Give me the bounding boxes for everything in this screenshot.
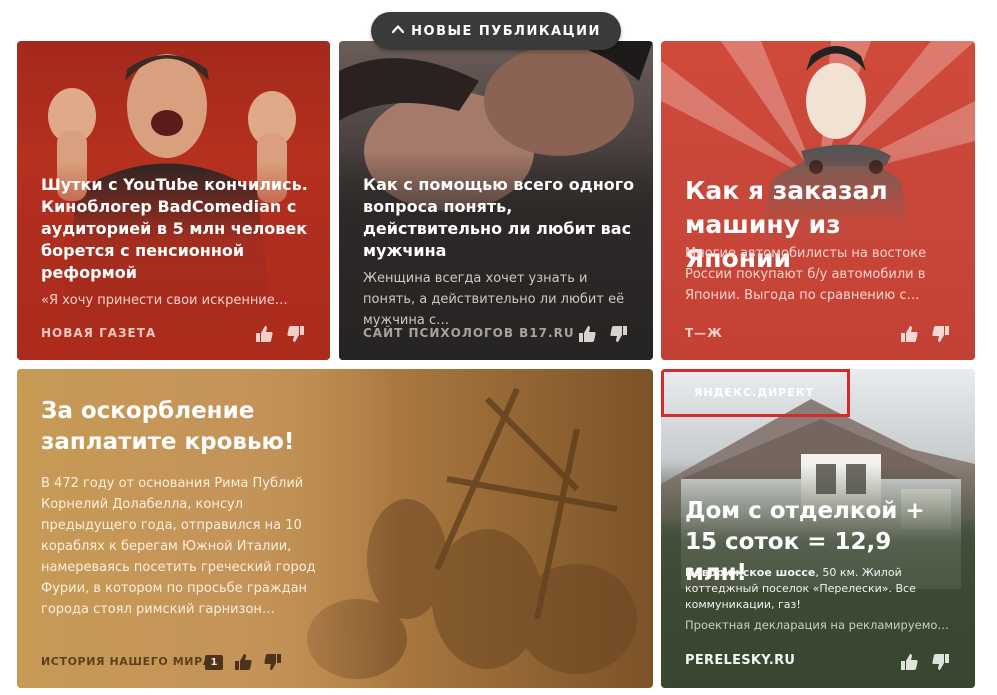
ad-label[interactable]: ЯНДЕКС.ДИРЕКТ — [694, 386, 814, 399]
feed-card-japan-car[interactable]: Как я заказал машину из Японии Многие ав… — [661, 41, 975, 360]
snippet-highlight: Новорижское шоссе — [685, 566, 816, 579]
card-snippet: Многие автомобилисты на востоке России п… — [685, 246, 927, 303]
like-icon[interactable] — [577, 324, 597, 344]
card-snippet: «Я хочу принести свои искренние… — [41, 293, 288, 308]
card-title[interactable]: Шутки с YouTube кончились. Киноблогер Ba… — [41, 174, 311, 284]
new-publications-button[interactable]: НОВЫЕ ПУБЛИКАЦИИ — [371, 12, 621, 50]
like-icon[interactable] — [254, 324, 274, 344]
feed-card-badcomedian[interactable]: Шутки с YouTube кончились. Киноблогер Ba… — [17, 41, 330, 360]
card-snippet: Новорижское шоссе, 50 км. Жилой коттеджн… — [685, 565, 955, 613]
card-source[interactable]: ИСТОРИЯ НАШЕГО МИРА — [41, 655, 212, 668]
card-disclaimer: Проектная декларация на рекламируемо… — [685, 618, 949, 632]
chevron-up-icon — [391, 22, 405, 40]
feed-card-psychology[interactable]: Как с помощью всего одного вопроса понят… — [339, 41, 653, 360]
dislike-icon[interactable] — [286, 324, 306, 344]
like-icon[interactable] — [899, 324, 919, 344]
card-source[interactable]: PERELESKY.RU — [685, 653, 795, 668]
like-icon[interactable] — [899, 652, 919, 672]
dislike-icon[interactable] — [931, 324, 951, 344]
card-title[interactable]: Как с помощью всего одного вопроса понят… — [363, 174, 635, 262]
card-snippet: Женщина всегда хочет узнать и понять, а … — [363, 271, 625, 328]
card-source[interactable]: НОВАЯ ГАЗЕТА — [41, 326, 156, 340]
comments-count: 1 — [210, 656, 218, 668]
feed-card-ad-perelesky[interactable]: ЯНДЕКС.ДИРЕКТ Дом с отделкой + 15 соток … — [661, 369, 975, 688]
new-publications-label: НОВЫЕ ПУБЛИКАЦИИ — [411, 23, 601, 39]
card-source[interactable]: САЙТ ПСИХОЛОГОВ B17.RU — [363, 326, 575, 340]
dislike-icon[interactable] — [931, 652, 951, 672]
card-title[interactable]: За оскорбление заплатите кровью! — [41, 396, 321, 458]
comments-badge[interactable]: 1 — [205, 654, 223, 670]
dislike-icon[interactable] — [263, 652, 283, 672]
card-snippet: В 472 году от основания Рима Публий Корн… — [41, 476, 316, 617]
dislike-icon[interactable] — [609, 324, 629, 344]
like-icon[interactable] — [233, 652, 253, 672]
card-source[interactable]: Т—Ж — [685, 326, 723, 340]
feed-card-history[interactable]: За оскорбление заплатите кровью! В 472 г… — [17, 369, 653, 688]
